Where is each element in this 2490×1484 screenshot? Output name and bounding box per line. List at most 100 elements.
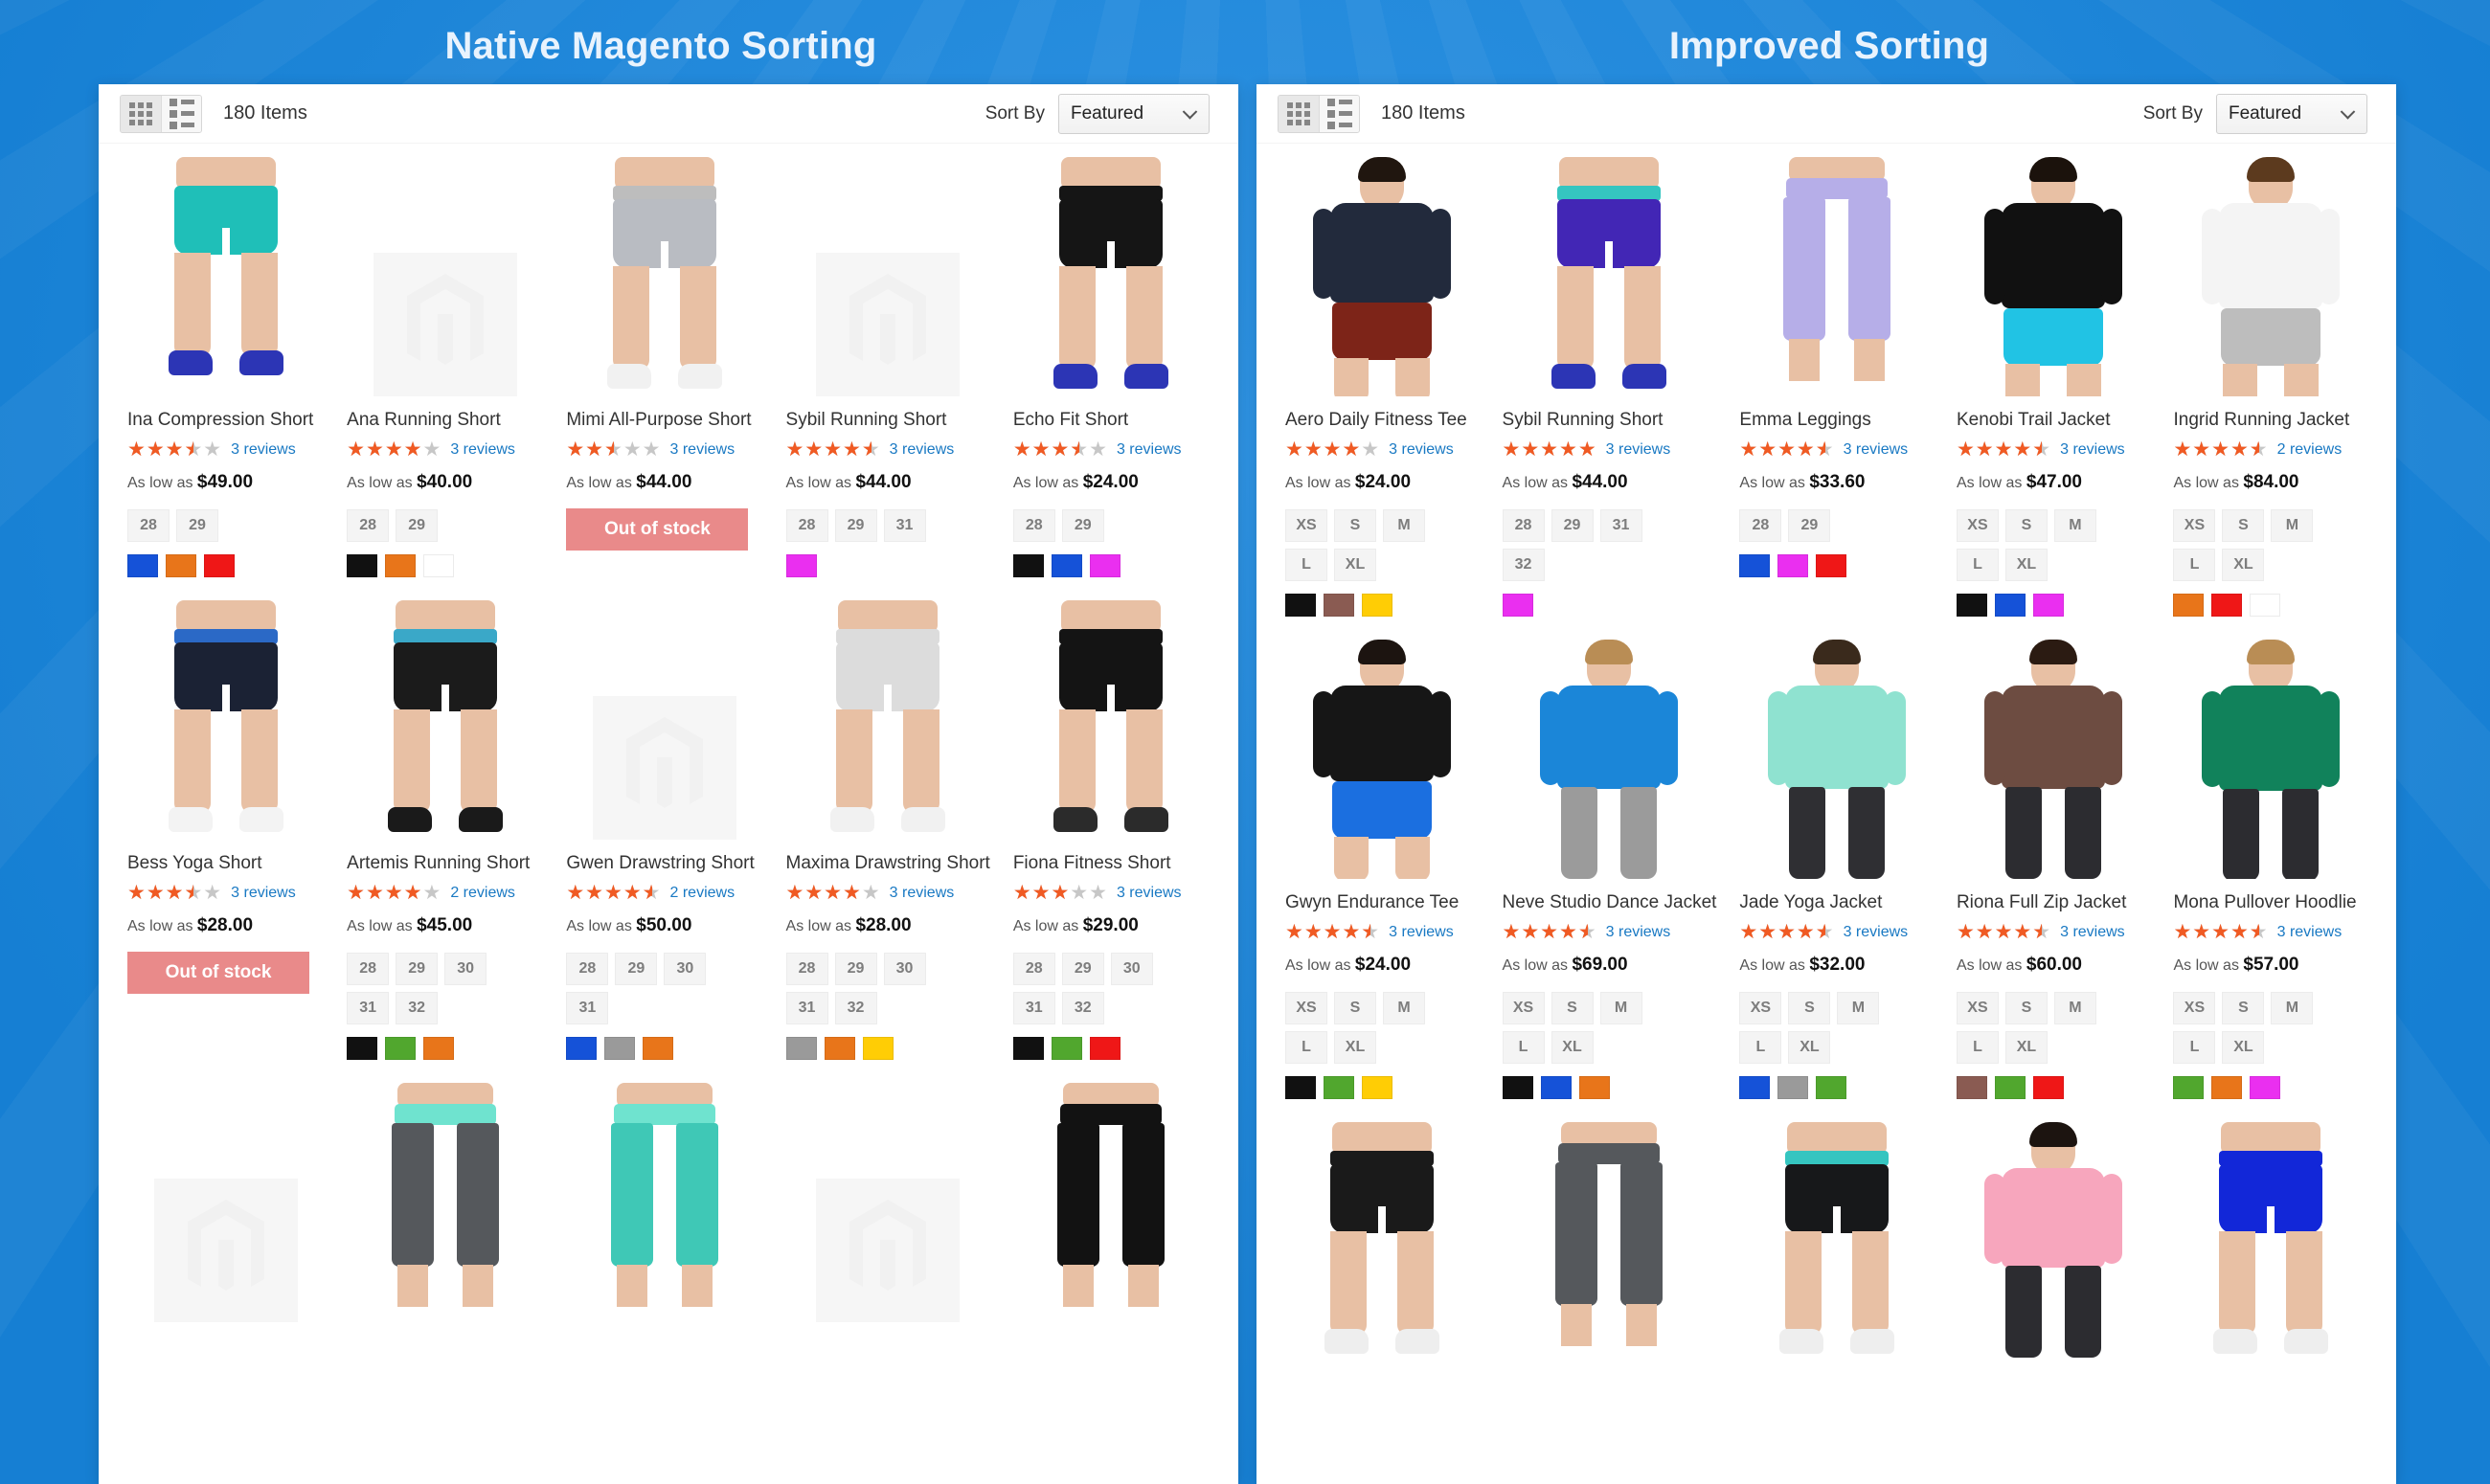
review-count-link[interactable]: 3 reviews xyxy=(1389,924,1454,941)
color-swatch[interactable] xyxy=(604,1037,636,1060)
product-image[interactable] xyxy=(1285,640,1480,879)
color-swatch[interactable] xyxy=(166,554,196,577)
size-option[interactable]: 30 xyxy=(664,953,707,985)
size-option[interactable]: 28 xyxy=(127,509,170,542)
product-image[interactable] xyxy=(1739,1122,1934,1361)
review-count-link[interactable]: 3 reviews xyxy=(1844,441,1909,459)
product-card[interactable]: Echo Fit Short ★★★★★ ★★★★★ 3 reviews As … xyxy=(1002,144,1221,587)
color-swatch[interactable] xyxy=(127,554,158,577)
color-swatch[interactable] xyxy=(1956,594,1987,617)
size-option[interactable]: 30 xyxy=(883,953,926,985)
size-option[interactable]: XS xyxy=(1285,509,1327,542)
list-view-icon[interactable] xyxy=(161,95,201,132)
product-image[interactable] xyxy=(1285,157,1480,396)
size-option[interactable]: 29 xyxy=(1061,953,1104,985)
product-image[interactable] xyxy=(1739,640,1934,879)
size-option[interactable]: M xyxy=(1599,992,1642,1024)
size-option[interactable]: L xyxy=(1502,1031,1545,1064)
review-count-link[interactable]: 3 reviews xyxy=(670,441,736,459)
size-option[interactable]: L xyxy=(1956,1031,1999,1064)
product-image[interactable] xyxy=(127,1083,324,1322)
size-option[interactable]: 31 xyxy=(347,992,390,1024)
color-swatch[interactable] xyxy=(1285,1076,1316,1099)
color-swatch[interactable] xyxy=(1816,1076,1847,1099)
size-option[interactable]: XL xyxy=(2004,1031,2048,1064)
size-option[interactable]: 29 xyxy=(1788,509,1831,542)
size-option[interactable]: 32 xyxy=(1061,992,1104,1024)
product-card[interactable] xyxy=(335,1069,555,1332)
size-option[interactable]: S xyxy=(1788,992,1831,1024)
product-card[interactable] xyxy=(1274,1109,1491,1371)
product-card[interactable] xyxy=(775,1069,1002,1332)
size-option[interactable]: S xyxy=(2004,992,2048,1024)
size-option[interactable]: M xyxy=(1383,509,1425,542)
size-option[interactable]: XL xyxy=(1788,1031,1831,1064)
size-option[interactable]: 28 xyxy=(566,953,609,985)
color-swatch[interactable] xyxy=(1324,594,1354,617)
color-swatch[interactable] xyxy=(1994,594,2026,617)
product-name[interactable]: Gwyn Endurance Tee xyxy=(1285,892,1480,913)
color-swatch[interactable] xyxy=(1994,1076,2026,1099)
product-image[interactable] xyxy=(1013,600,1210,840)
size-option[interactable]: XS xyxy=(2173,992,2216,1024)
product-image[interactable] xyxy=(786,157,990,396)
size-option[interactable]: XL xyxy=(2222,1031,2265,1064)
size-option[interactable]: 32 xyxy=(1502,549,1545,581)
size-option[interactable]: 30 xyxy=(1110,953,1153,985)
size-option[interactable]: 28 xyxy=(1012,953,1055,985)
color-swatch[interactable] xyxy=(1502,594,1533,617)
product-card[interactable] xyxy=(1945,1109,2162,1371)
product-card[interactable]: Ingrid Running Jacket ★★★★★ ★★★★★ 2 revi… xyxy=(2162,144,2379,626)
size-option[interactable]: L xyxy=(2173,1031,2216,1064)
size-option[interactable]: 29 xyxy=(1551,509,1594,542)
color-swatch[interactable] xyxy=(2250,594,2281,617)
product-card[interactable]: Aero Daily Fitness Tee ★★★★★ ★★★★★ 3 rev… xyxy=(1274,144,1491,626)
color-swatch[interactable] xyxy=(1089,1037,1120,1060)
color-swatch[interactable] xyxy=(862,1037,894,1060)
sort-by-select[interactable]: Featured xyxy=(1058,93,1210,134)
color-swatch[interactable] xyxy=(1540,1076,1572,1099)
color-swatch[interactable] xyxy=(1777,554,1809,577)
color-swatch[interactable] xyxy=(785,554,817,577)
color-swatch[interactable] xyxy=(566,1037,598,1060)
product-card[interactable]: Maxima Drawstring Short ★★★★★ ★★★★★ 3 re… xyxy=(775,587,1002,1069)
product-name[interactable]: Sybil Running Short xyxy=(786,410,990,431)
color-swatch[interactable] xyxy=(1816,554,1847,577)
color-swatch[interactable] xyxy=(643,1037,674,1060)
review-count-link[interactable]: 2 reviews xyxy=(450,885,515,902)
product-card[interactable]: Kenobi Trail Jacket ★★★★★ ★★★★★ 3 review… xyxy=(1945,144,2162,626)
product-card[interactable] xyxy=(1002,1069,1221,1332)
color-swatch[interactable] xyxy=(1051,554,1082,577)
color-swatch[interactable] xyxy=(423,554,455,577)
size-option[interactable]: L xyxy=(1739,1031,1782,1064)
size-option[interactable]: M xyxy=(2271,992,2314,1024)
product-name[interactable]: Bess Yoga Short xyxy=(127,853,324,874)
size-option[interactable]: 29 xyxy=(834,953,877,985)
review-count-link[interactable]: 3 reviews xyxy=(1606,924,1671,941)
view-mode-switch[interactable] xyxy=(1278,94,1360,133)
color-swatch[interactable] xyxy=(2211,594,2243,617)
size-option[interactable]: 29 xyxy=(615,953,658,985)
size-option[interactable]: XS xyxy=(1739,992,1782,1024)
size-option[interactable]: M xyxy=(2053,992,2096,1024)
product-image[interactable] xyxy=(1285,1122,1480,1361)
size-option[interactable]: XS xyxy=(1502,992,1545,1024)
color-swatch[interactable] xyxy=(1051,1037,1082,1060)
size-option[interactable]: L xyxy=(2173,549,2216,581)
size-option[interactable]: S xyxy=(1334,509,1376,542)
product-card[interactable] xyxy=(1728,1109,1945,1371)
size-option[interactable]: M xyxy=(1383,992,1425,1024)
color-swatch[interactable] xyxy=(2032,594,2064,617)
size-option[interactable]: 31 xyxy=(1012,992,1055,1024)
product-name[interactable]: Ingrid Running Jacket xyxy=(2173,410,2367,431)
size-option[interactable]: S xyxy=(1334,992,1376,1024)
color-swatch[interactable] xyxy=(1739,554,1771,577)
product-image[interactable] xyxy=(1503,1122,1717,1361)
product-name[interactable]: Aero Daily Fitness Tee xyxy=(1285,410,1480,431)
color-swatch[interactable] xyxy=(824,1037,855,1060)
size-option[interactable]: M xyxy=(2053,509,2096,542)
product-name[interactable]: Mimi All-Purpose Short xyxy=(566,410,762,431)
product-card[interactable] xyxy=(555,1069,774,1332)
product-image[interactable] xyxy=(127,600,324,840)
size-option[interactable]: 28 xyxy=(347,509,390,542)
